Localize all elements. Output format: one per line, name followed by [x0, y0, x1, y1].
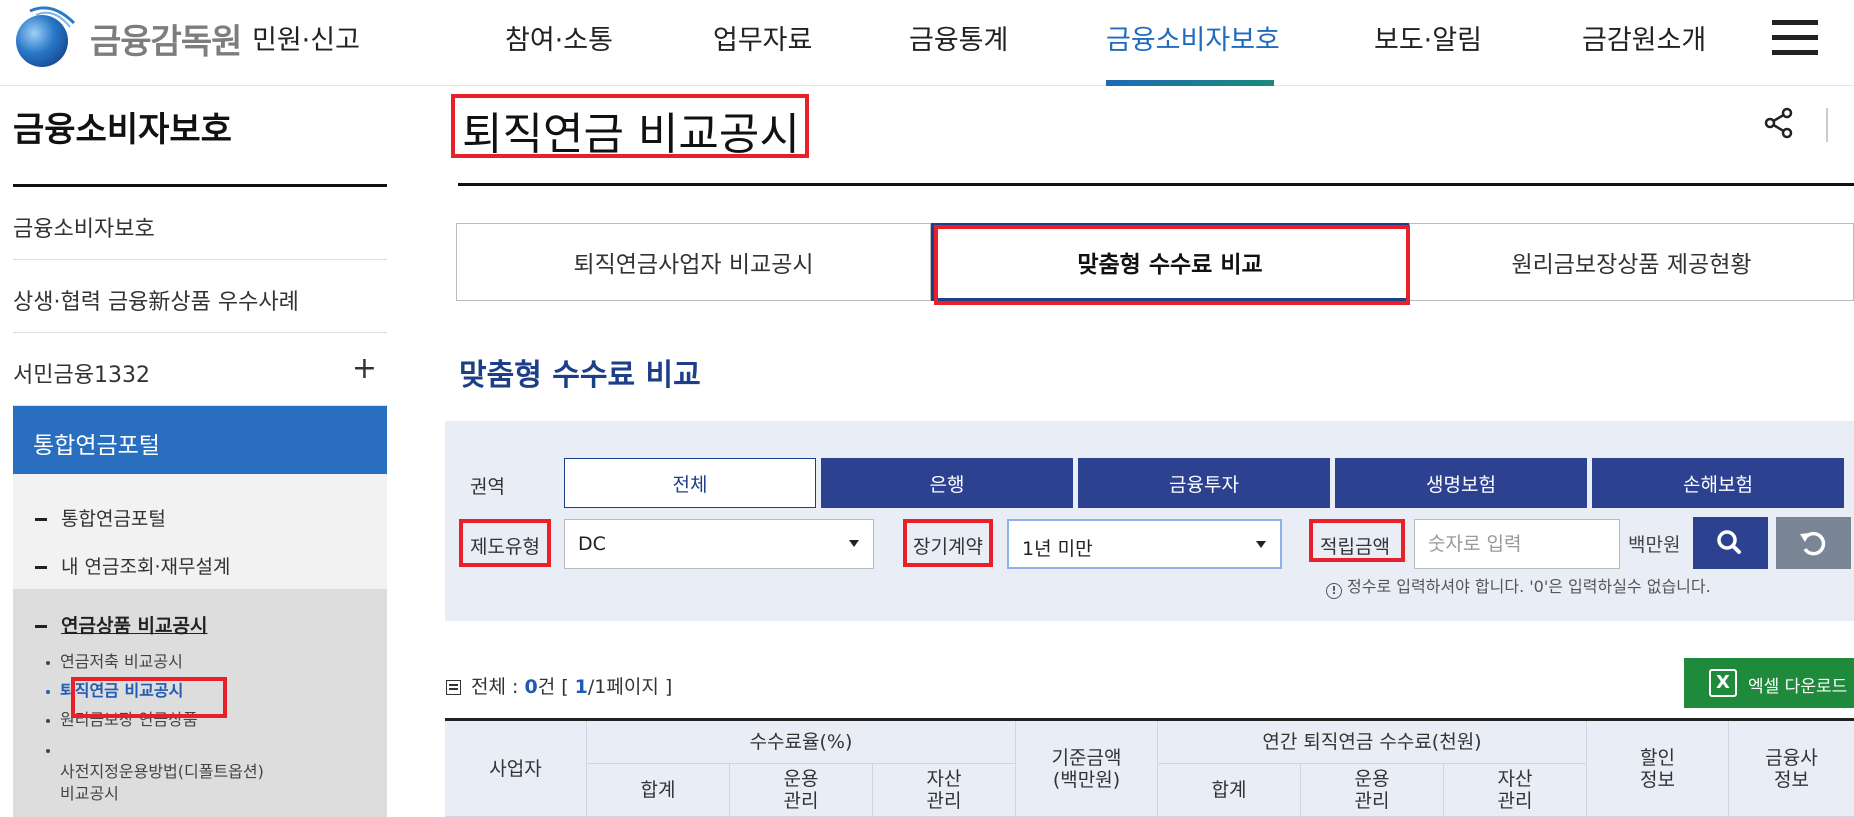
sidebar-item-consumer-protection[interactable]: 금융소비자보호 [13, 187, 387, 260]
reset-icon [1800, 531, 1826, 556]
reserve-amount-input[interactable] [1414, 519, 1620, 569]
sidebar-leaf-default-option[interactable]: 사전지정운용방법(디폴트옵션) 비교공시 [46, 739, 264, 805]
nav-item-work-data[interactable]: 업무자료 [713, 18, 812, 57]
nav-item-press[interactable]: 보도·알림 [1374, 18, 1482, 57]
sidebar-submenu-products: 연금상품 비교공시 연금저축 비교공시 퇴직연금 비교공시 원리금보장 연금상품… [13, 589, 387, 817]
share-icon[interactable] [1762, 106, 1796, 140]
sidebar-item-label: 통합연금포털 [33, 433, 160, 459]
region-label: 권역 [470, 476, 505, 498]
sidebar-item-1332[interactable]: 서민금융1332 + [13, 333, 387, 406]
sidebar-leaf-retirement-pension[interactable]: 퇴직연금 비교공시 [46, 680, 183, 702]
sidebar-submenu: 통합연금포털 내 연금조회·재무설계 [13, 474, 387, 589]
table-header-base-amount: 기준금액 (백만원) [1016, 721, 1158, 817]
plan-type-select[interactable]: DC [564, 519, 874, 569]
title-divider [458, 183, 1854, 186]
sidebar-leaf-guaranteed[interactable]: 원리금보장 연금상품 [46, 709, 198, 731]
reserve-amount-label: 적립금액 [1320, 536, 1390, 558]
sidebar-item-new-products[interactable]: 상생·협력 금융新상품 우수사례 [13, 260, 387, 333]
excel-download-button[interactable]: X 엑셀 다운로드 [1684, 658, 1854, 708]
category-button-life-insurance[interactable]: 생명보험 [1335, 458, 1587, 508]
category-button-bank[interactable]: 은행 [821, 458, 1073, 508]
tab-custom-fee-comparison[interactable]: 맞춤형 수수료 비교 [931, 223, 1409, 301]
table-header-annual-asset: 자산 관리 [1444, 764, 1587, 817]
sidebar-item-label: 금융소비자보호 [13, 217, 155, 242]
nav-item-statistics[interactable]: 금융통계 [909, 18, 1008, 57]
tab-provider-comparison[interactable]: 퇴직연금사업자 비교공시 [456, 223, 931, 301]
page-title: 퇴직연금 비교공시 [462, 109, 800, 160]
info-icon: ! [1326, 583, 1342, 599]
hamburger-icon[interactable] [1772, 20, 1818, 56]
table-header-fee-asset: 자산 관리 [873, 764, 1016, 817]
site-header: 금융감독원 민원·신고 참여·소통 업무자료 금융통계 금융소비자보호 보도·알… [0, 0, 1854, 86]
reset-button[interactable] [1776, 517, 1851, 569]
table-header-annual-management: 운용 관리 [1301, 764, 1444, 817]
page: 금융감독원 민원·신고 참여·소통 업무자료 금융통계 금융소비자보호 보도·알… [0, 0, 1854, 817]
table-header-fee-management: 운용 관리 [730, 764, 873, 817]
toolbar-separator [1826, 108, 1828, 142]
amount-unit: 백만원 [1628, 534, 1681, 556]
sidebar-subitem-pension-portal[interactable]: 통합연금포털 [35, 504, 166, 531]
table-header-discount: 할인 정보 [1587, 721, 1729, 817]
search-button[interactable] [1693, 517, 1768, 569]
long-term-label: 장기계약 [913, 536, 983, 558]
excel-icon: X [1709, 669, 1737, 697]
sidebar-item-pension-portal[interactable]: 통합연금포털 [13, 406, 387, 474]
table-header-annual-sum: 합계 [1158, 764, 1301, 817]
chevron-down-icon [1256, 541, 1266, 548]
chevron-down-icon [849, 540, 859, 547]
section-title: 맞춤형 수수료 비교 [459, 358, 701, 393]
table-header-fee-sum: 합계 [587, 764, 730, 817]
list-icon [446, 680, 461, 695]
input-notice: ! 정수로 입력하셔야 합니다. '0'은 입력하실수 없습니다. [1326, 573, 1711, 599]
nav-item-about[interactable]: 금감원소개 [1582, 18, 1706, 57]
sidebar-item-label: 상생·협력 금융新상품 우수사례 [13, 290, 299, 315]
site-logo[interactable]: 금융감독원 [12, 5, 242, 71]
search-icon [1717, 530, 1741, 554]
tab-bar: 퇴직연금사업자 비교공시 맞춤형 수수료 비교 원리금보장상품 제공현황 [456, 223, 1854, 301]
nav-item-consumer-protection[interactable]: 금융소비자보호 [1106, 18, 1280, 57]
nav-active-indicator [1106, 80, 1274, 86]
tab-guaranteed-products[interactable]: 원리금보장상품 제공현황 [1409, 223, 1854, 301]
nav-item-participation[interactable]: 참여·소통 [505, 18, 613, 57]
table-header-fee-rate: 수수료율(%) [587, 721, 1016, 764]
logo-text: 금융감독원 [90, 21, 242, 62]
table-header-provider: 사업자 [445, 721, 587, 817]
nav-item-complaints[interactable]: 민원·신고 [252, 18, 360, 57]
sidebar-item-label: 서민금융1332 [13, 363, 150, 388]
table-header-annual-fee: 연간 퇴직연금 수수료(천원) [1158, 721, 1587, 764]
category-button-securities[interactable]: 금융투자 [1078, 458, 1330, 508]
category-button-all[interactable]: 전체 [564, 458, 816, 508]
expand-plus-icon[interactable]: + [352, 351, 377, 386]
sidebar-subitem-product-comparison[interactable]: 연금상품 비교공시 [35, 611, 207, 638]
category-button-nonlife-insurance[interactable]: 손해보험 [1592, 458, 1844, 508]
result-count: 전체 : 0건 [ 1/1페이지 ] [446, 672, 672, 699]
table-header-company: 금융사 정보 [1729, 721, 1854, 817]
sidebar-leaf-pension-savings[interactable]: 연금저축 비교공시 [46, 651, 183, 673]
logo-globe-icon [12, 5, 78, 71]
sidebar: 금융소비자보호 금융소비자보호 상생·협력 금융新상품 우수사례 서민금융133… [13, 86, 387, 817]
sidebar-subitem-my-pension[interactable]: 내 연금조회·재무설계 [35, 552, 230, 579]
sidebar-title: 금융소비자보호 [13, 110, 232, 150]
long-term-select[interactable]: 1년 미만 [1007, 519, 1282, 569]
plan-type-label: 제도유형 [470, 536, 540, 558]
